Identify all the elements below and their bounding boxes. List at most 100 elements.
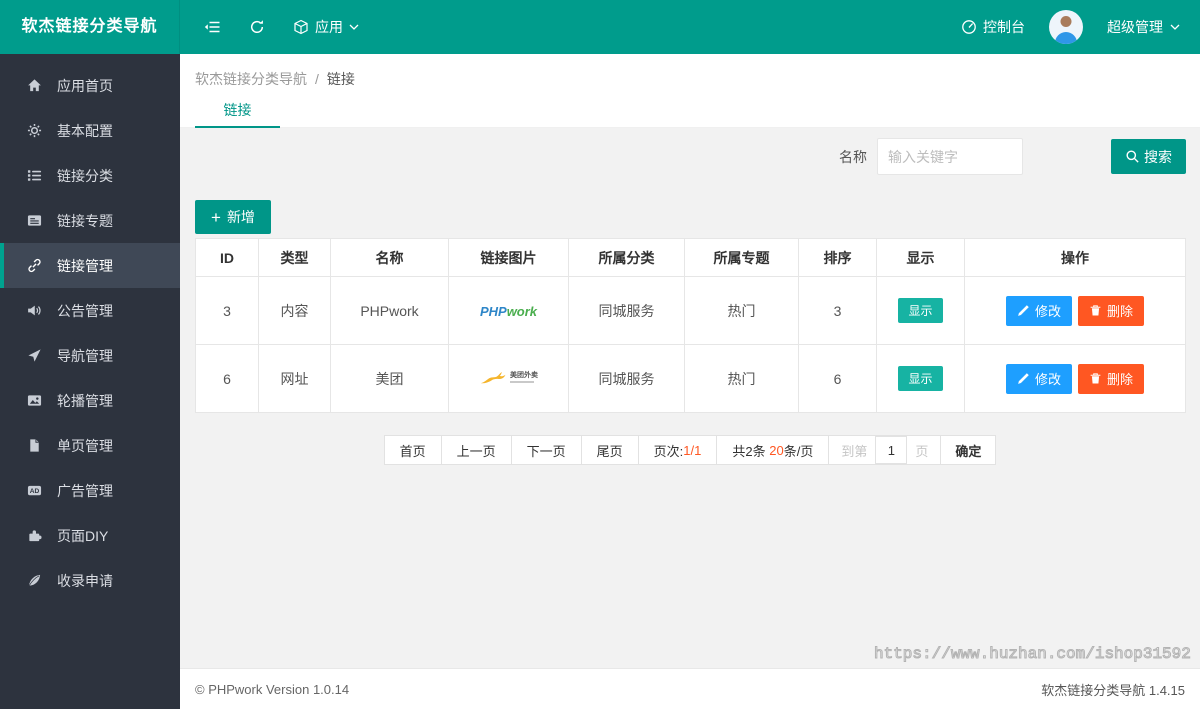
trash-icon (1089, 304, 1102, 317)
sidebar-toggle-icon[interactable] (204, 19, 221, 35)
col-header-id: ID (195, 238, 259, 277)
trash-icon (1089, 372, 1102, 385)
edit-button[interactable]: 修改 (1005, 295, 1072, 326)
delete-button[interactable]: 删除 (1078, 295, 1145, 326)
sidebar-item-nav-manage[interactable]: 导航管理 (0, 333, 180, 378)
total-info: 共2条 20 条/页 (716, 435, 830, 465)
pencil-icon (1017, 372, 1030, 385)
cell-category: 同城服务 (568, 276, 685, 345)
delete-button[interactable]: 删除 (1078, 363, 1145, 394)
footer-version: 软杰链接分类导航 1.4.15 (1041, 682, 1185, 698)
page-prev-button[interactable]: 上一页 (440, 435, 512, 465)
header-left-actions: 应用 (204, 17, 359, 37)
image-icon (26, 393, 42, 409)
breadcrumb-separator: / (315, 71, 319, 87)
pencil-icon (1017, 304, 1030, 317)
app-menu[interactable]: 应用 (293, 17, 359, 37)
app-menu-label: 应用 (315, 19, 343, 35)
phpwork-logo: PHPwork (479, 303, 538, 319)
svg-text:AD: AD (29, 488, 39, 495)
page-confirm-button[interactable]: 确定 (940, 435, 997, 465)
refresh-icon[interactable] (249, 19, 265, 35)
cube-icon (293, 19, 309, 35)
table-row: 6 网址 美团 美团外卖 同城服务 热门 6 显示 修改 删除 (195, 344, 1186, 413)
page-next-button[interactable]: 下一页 (510, 435, 582, 465)
col-header-topic: 所属专题 (684, 238, 799, 277)
send-icon (26, 348, 42, 364)
page-first-button[interactable]: 首页 (383, 435, 442, 465)
avatar[interactable] (1049, 10, 1083, 44)
breadcrumb-parent: 软杰链接分类导航 (195, 71, 307, 87)
table-row: 3 内容 PHPwork PHPwork 同城服务 热门 3 显示 修改 删除 (195, 276, 1186, 345)
home-icon (26, 78, 42, 94)
cell-image: 美团外卖 (448, 344, 569, 413)
breadcrumb: 软杰链接分类导航 / 链接 (180, 54, 1200, 89)
cell-id: 6 (195, 344, 259, 413)
sidebar-item-page-diy[interactable]: 页面DIY (0, 513, 180, 558)
sidebar-item-inclusion-apply[interactable]: 收录申请 (0, 558, 180, 603)
search-input[interactable] (877, 138, 1023, 175)
meituan-logo: 美团外卖 (479, 369, 538, 386)
footer-copyright: © PHPwork Version 1.0.14 (195, 681, 350, 697)
cell-type: 网址 (258, 344, 331, 413)
page-number-input[interactable] (875, 436, 908, 464)
cell-visible: 显示 (876, 276, 965, 345)
main-content: 软杰链接分类导航 / 链接 链接 名称 搜索 + 新增 ID 类型 名称 (180, 54, 1200, 709)
sidebar-item-link-topic[interactable]: 链接专题 (0, 198, 180, 243)
page-last-button[interactable]: 尾页 (580, 435, 639, 465)
file-icon (26, 438, 42, 454)
add-button[interactable]: + 新增 (195, 200, 271, 234)
add-button-label: 新增 (226, 209, 255, 225)
user-menu[interactable]: 超级管理 (1107, 17, 1180, 37)
avatar-body (1055, 32, 1077, 44)
console-label: 控制台 (983, 19, 1025, 35)
cell-sort: 6 (798, 344, 877, 413)
avatar-head (1060, 16, 1072, 27)
sidebar-item-link-category[interactable]: 链接分类 (0, 153, 180, 198)
sidebar-item-ad-manage[interactable]: AD 广告管理 (0, 468, 180, 513)
skip-prefix-label: 到第 (841, 443, 868, 459)
status-badge[interactable]: 显示 (898, 298, 943, 323)
cell-sort: 3 (798, 276, 877, 345)
list-icon (26, 168, 42, 184)
card-icon (26, 213, 42, 229)
status-badge[interactable]: 显示 (898, 366, 943, 391)
table-header-row: ID 类型 名称 链接图片 所属分类 所属专题 排序 显示 操作 (195, 238, 1186, 277)
logo-subtext-line (510, 380, 534, 383)
page-info: 页次: 1/1 (637, 435, 718, 465)
console-link[interactable]: 控制台 (961, 17, 1025, 37)
cell-category: 同城服务 (568, 344, 685, 413)
tab-bar: 链接 (180, 98, 1200, 128)
sidebar-item-carousel-manage[interactable]: 轮播管理 (0, 378, 180, 423)
col-header-sort: 排序 (798, 238, 877, 277)
cell-actions: 修改 删除 (964, 344, 1186, 413)
sidebar-item-notice-manage[interactable]: 公告管理 (0, 288, 180, 333)
search-icon (1125, 149, 1140, 164)
col-header-visible: 显示 (876, 238, 965, 277)
chevron-down-icon (1170, 23, 1180, 31)
sidebar-item-page-manage[interactable]: 单页管理 (0, 423, 180, 468)
gear-icon (26, 123, 42, 139)
puzzle-icon (26, 528, 42, 544)
col-header-actions: 操作 (964, 238, 1186, 277)
brand-title: 软杰链接分类导航 (0, 0, 180, 54)
sidebar-item-app-home[interactable]: 应用首页 (0, 63, 180, 108)
edit-button[interactable]: 修改 (1005, 363, 1072, 394)
cell-image: PHPwork (448, 276, 569, 345)
sidebar-item-basic-config[interactable]: 基本配置 (0, 108, 180, 153)
sidebar: 应用首页 基本配置 链接分类 链接专题 链接管理 公告管理 导航管理 轮播管理 … (0, 54, 180, 709)
username-label: 超级管理 (1107, 19, 1163, 35)
speaker-icon (26, 303, 42, 319)
kangaroo-icon (480, 371, 506, 383)
cell-name: PHPwork (330, 276, 449, 345)
link-icon (26, 258, 42, 274)
search-button-label: 搜索 (1144, 148, 1172, 165)
cell-id: 3 (195, 276, 259, 345)
search-row: 名称 搜索 (839, 138, 1186, 175)
cell-topic: 热门 (684, 344, 799, 413)
skip-suffix-label: 页 (915, 443, 929, 459)
sidebar-item-link-manage[interactable]: 链接管理 (0, 243, 180, 288)
search-button[interactable]: 搜索 (1111, 139, 1186, 174)
tab-links[interactable]: 链接 (195, 100, 280, 128)
cell-visible: 显示 (876, 344, 965, 413)
